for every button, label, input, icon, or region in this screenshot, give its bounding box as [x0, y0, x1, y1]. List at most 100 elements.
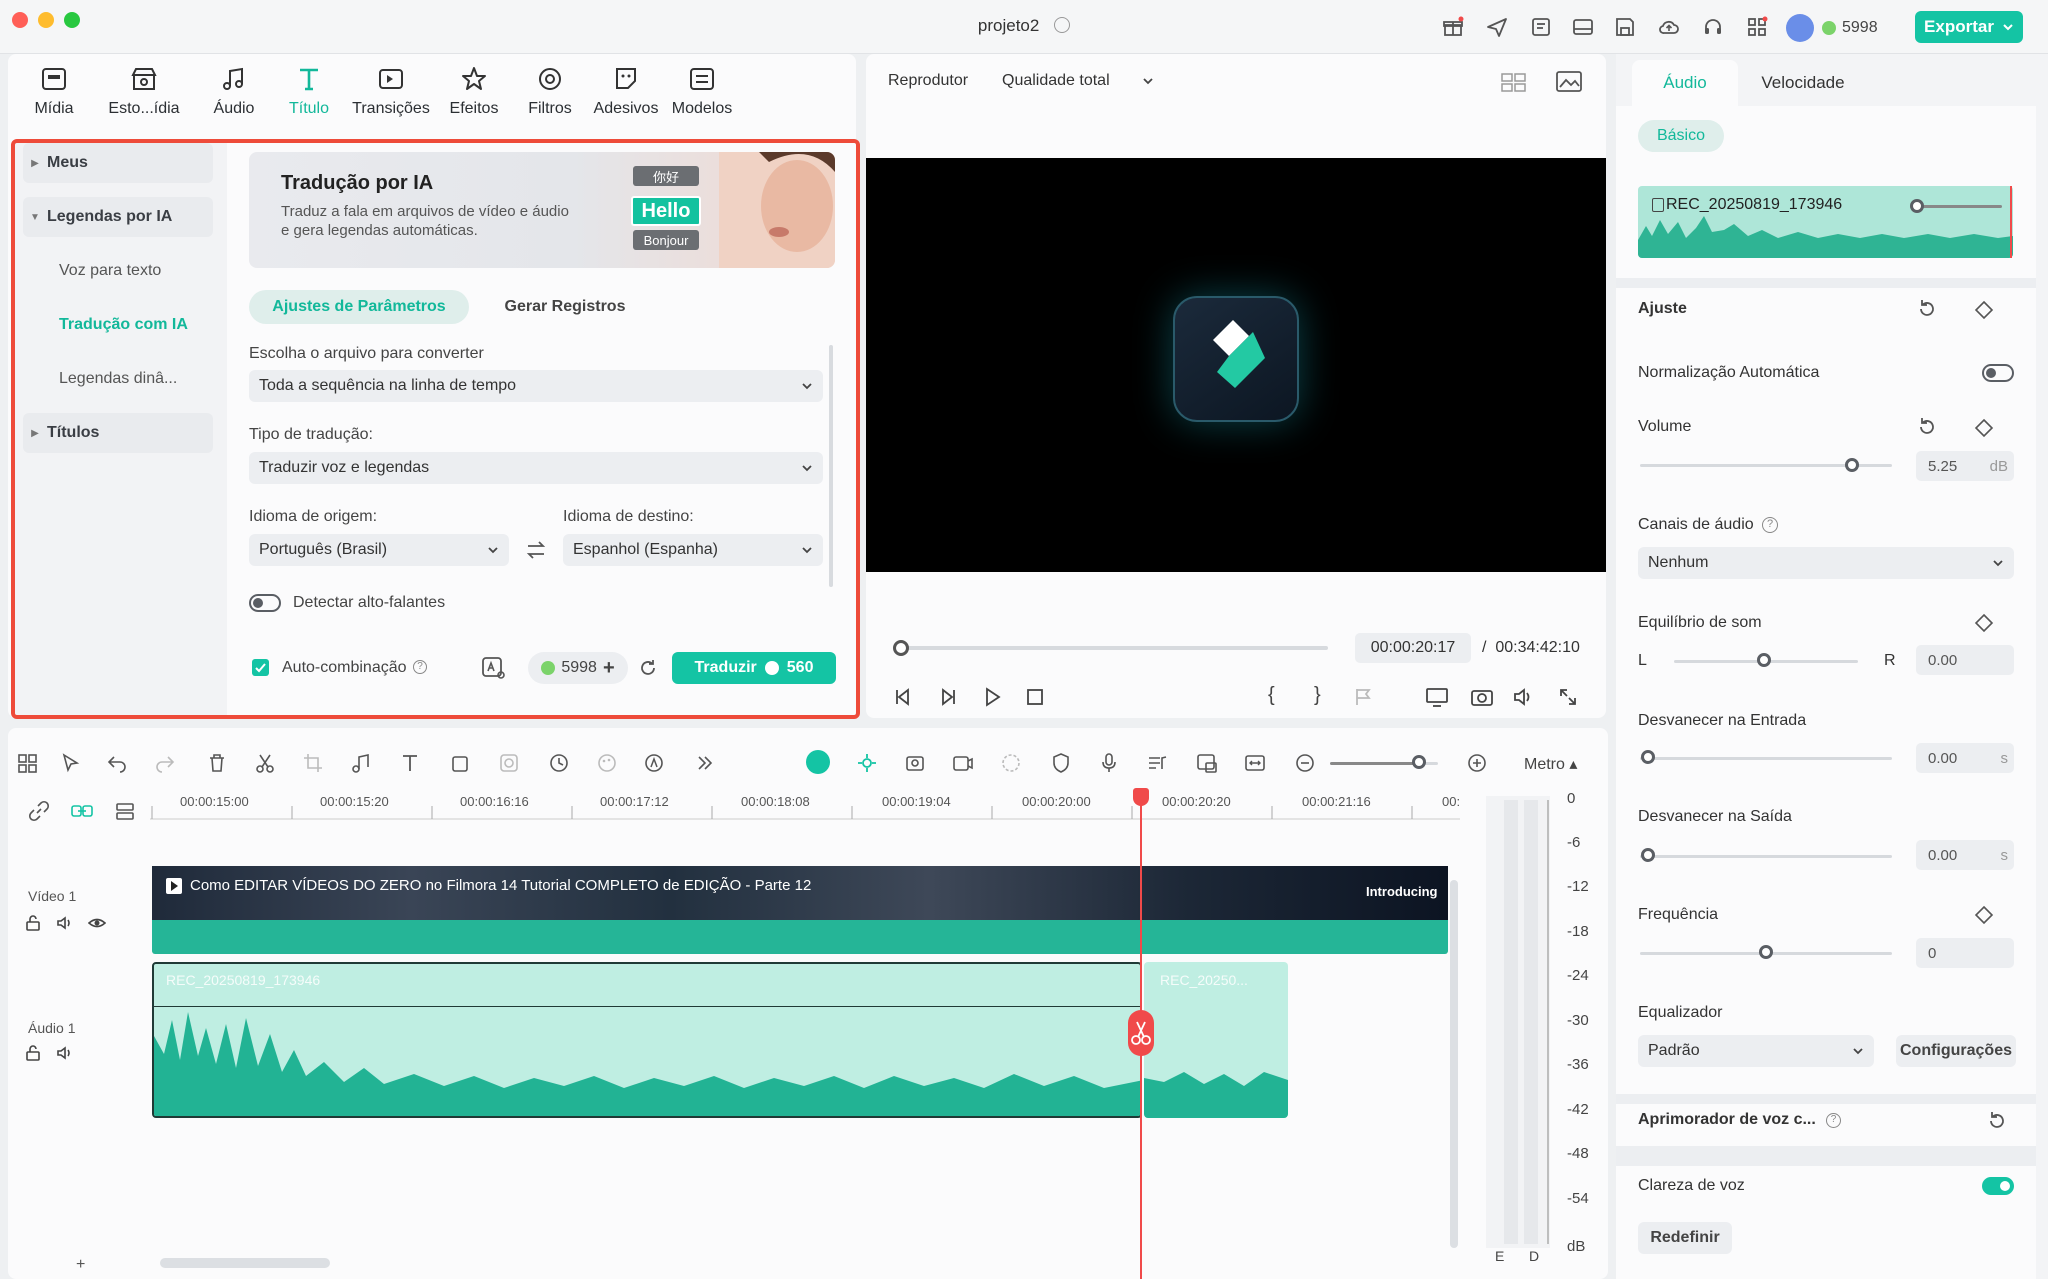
- file-select[interactable]: Toda a sequência na linha de tempo: [249, 370, 823, 402]
- headset-icon[interactable]: [1702, 16, 1724, 38]
- ai-tool-icon[interactable]: [644, 752, 666, 774]
- credits-pill[interactable]: 5998 +: [528, 652, 628, 684]
- audio-edit-icon[interactable]: [350, 752, 372, 774]
- reset-icon[interactable]: [1916, 298, 1938, 320]
- fade-in-slider[interactable]: [1640, 757, 1892, 760]
- fade-out-slider[interactable]: [1640, 855, 1892, 858]
- camera-snapshot-icon[interactable]: [1470, 686, 1494, 708]
- tab-speed-props[interactable]: Velocidade: [1738, 60, 1868, 106]
- quality-select[interactable]: Qualidade total: [992, 65, 1164, 97]
- keyframe-diamond-icon[interactable]: [1974, 300, 1994, 320]
- redo-icon[interactable]: [154, 752, 176, 774]
- volume-slider-knob[interactable]: [1845, 458, 1859, 472]
- lock-open-icon[interactable]: [24, 1044, 42, 1062]
- track-manager-icon[interactable]: [114, 800, 136, 822]
- clip-volume-slider[interactable]: [1916, 205, 2002, 208]
- auto-combine-checkbox[interactable]: [252, 659, 269, 676]
- fade-out-slider-knob[interactable]: [1641, 848, 1655, 862]
- sidebar-item-ai-captions[interactable]: ▼ Legendas por IA: [23, 197, 213, 237]
- gift-icon[interactable]: [1442, 16, 1464, 38]
- crop-icon[interactable]: [302, 752, 324, 774]
- keyframe-diamond-icon[interactable]: [1974, 905, 1994, 925]
- split-marker[interactable]: [1128, 1010, 1154, 1056]
- refresh-icon[interactable]: [638, 658, 658, 678]
- scrubber-handle[interactable]: [893, 640, 909, 656]
- grid-view-icon[interactable]: [1500, 70, 1528, 94]
- stop-icon[interactable]: [1024, 686, 1046, 708]
- sidebar-item-ai-translation[interactable]: Tradução com IA: [23, 305, 213, 345]
- reset-button[interactable]: Redefinir: [1638, 1222, 1732, 1254]
- audio-channels-select[interactable]: Nenhum: [1638, 547, 2014, 579]
- scissors-split-icon[interactable]: [254, 752, 276, 774]
- add-credits-icon[interactable]: +: [603, 657, 615, 680]
- zoom-in-icon[interactable]: [1466, 752, 1488, 774]
- target-language-select[interactable]: Espanhol (Espanha): [563, 534, 823, 566]
- more-tools-icon[interactable]: [694, 752, 716, 774]
- volume-icon[interactable]: [1512, 686, 1536, 708]
- detect-speakers-toggle[interactable]: [249, 594, 281, 612]
- fade-in-input[interactable]: 0.00 s: [1916, 743, 2014, 773]
- voice-clarity-toggle[interactable]: [1982, 1177, 2014, 1195]
- save-icon[interactable]: [1614, 16, 1636, 38]
- pitch-input[interactable]: 0: [1916, 938, 2014, 968]
- ai-video-icon[interactable]: [952, 752, 974, 774]
- audio-mix-icon[interactable]: [1146, 752, 1168, 774]
- snapshot-image-icon[interactable]: [1555, 70, 1583, 94]
- export-button[interactable]: Exportar: [1915, 11, 2023, 43]
- tab-generate-logs[interactable]: Gerar Registros: [480, 290, 650, 324]
- sidebar-item-titles[interactable]: ▶ Títulos: [23, 413, 213, 453]
- mark-in-icon[interactable]: {: [1268, 684, 1275, 707]
- news-icon[interactable]: [1530, 16, 1552, 38]
- tab-templates[interactable]: Modelos: [657, 64, 747, 118]
- balance-slider-knob[interactable]: [1757, 653, 1771, 667]
- shield-marker-icon[interactable]: [1050, 752, 1072, 774]
- fade-out-input[interactable]: 0.00 s: [1916, 840, 2014, 870]
- meter-toggle[interactable]: Metro ▴: [1524, 754, 1577, 774]
- mark-out-icon[interactable]: }: [1314, 684, 1321, 707]
- balance-input[interactable]: 0.00: [1916, 645, 2014, 675]
- equalizer-settings-button[interactable]: Configurações: [1896, 1035, 2016, 1067]
- delete-trash-icon[interactable]: [206, 752, 228, 774]
- reset-icon[interactable]: [1916, 416, 1938, 438]
- select-cursor-icon[interactable]: [60, 752, 82, 774]
- normalize-toggle[interactable]: [1982, 364, 2014, 382]
- display-monitor-icon[interactable]: [1425, 686, 1449, 708]
- shape-icon[interactable]: [450, 752, 472, 774]
- text-tool-icon[interactable]: [400, 752, 422, 774]
- sidebar-item-mine[interactable]: ▶ Meus: [23, 143, 213, 183]
- snap-magnet-icon[interactable]: [856, 752, 878, 774]
- unlink-icon[interactable]: [28, 800, 50, 822]
- add-track-button[interactable]: +: [76, 1256, 85, 1274]
- next-frame-icon[interactable]: [937, 686, 959, 708]
- undo-icon[interactable]: [106, 752, 128, 774]
- help-icon[interactable]: ?: [1762, 517, 1778, 533]
- ai-text-icon[interactable]: [480, 655, 506, 681]
- keyframe-diamond-icon[interactable]: [1974, 613, 1994, 633]
- help-icon[interactable]: ?: [1826, 1113, 1841, 1128]
- tab-transitions[interactable]: Transições: [346, 64, 436, 118]
- sidebar-item-speech-to-text[interactable]: Voz para texto: [23, 251, 213, 291]
- tab-title[interactable]: Título: [264, 64, 354, 118]
- translation-type-select[interactable]: Traduzir voz e legendas: [249, 452, 823, 484]
- layout-icon[interactable]: [1572, 16, 1594, 38]
- avatar[interactable]: [1786, 14, 1814, 42]
- speed-clock-icon[interactable]: [548, 752, 570, 774]
- reset-icon[interactable]: [1986, 1110, 2008, 1132]
- microphone-icon[interactable]: [1098, 752, 1120, 774]
- previous-frame-icon[interactable]: [892, 686, 914, 708]
- layout-grid-icon[interactable]: [16, 752, 38, 774]
- swap-languages-icon[interactable]: [524, 538, 548, 562]
- minimize-window-button[interactable]: [38, 12, 54, 28]
- tab-audio-props[interactable]: Áudio: [1632, 60, 1738, 106]
- equalizer-select[interactable]: Padrão: [1638, 1035, 1874, 1067]
- zoom-slider-knob[interactable]: [1412, 755, 1426, 769]
- speaker-icon[interactable]: [56, 1044, 74, 1062]
- speaker-icon[interactable]: [56, 914, 74, 932]
- basic-chip[interactable]: Básico: [1638, 120, 1724, 152]
- timeline-v-scrollbar[interactable]: [1450, 880, 1458, 1248]
- link-tracks-icon[interactable]: [70, 800, 94, 822]
- send-icon[interactable]: [1486, 16, 1508, 38]
- zoom-slider[interactable]: [1330, 762, 1420, 765]
- fade-in-slider-knob[interactable]: [1641, 750, 1655, 764]
- lock-open-icon[interactable]: [24, 914, 42, 932]
